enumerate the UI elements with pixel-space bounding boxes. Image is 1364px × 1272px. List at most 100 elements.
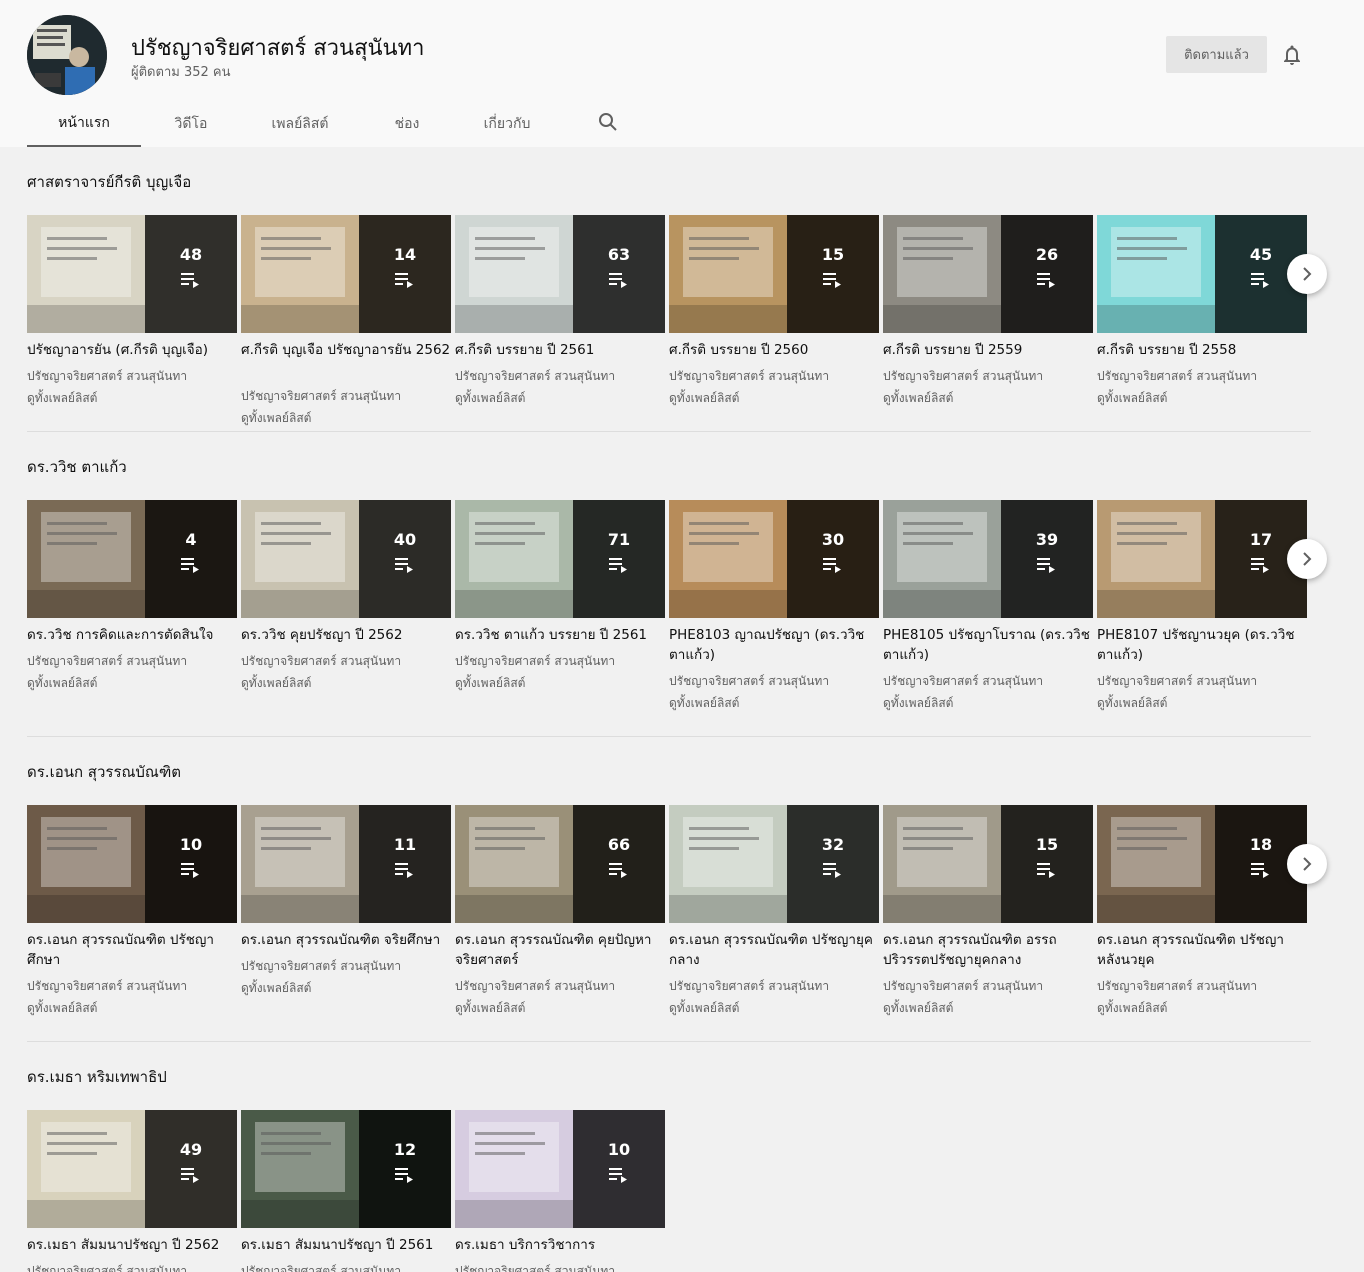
playlist-title[interactable]: ศ.กีรติ บรรยาย ปี 2561 bbox=[455, 340, 665, 360]
channel-name[interactable]: ปรัชญาจริยศาสตร์ สวนสุนันทา bbox=[883, 977, 1043, 995]
view-full-playlist-link[interactable]: ดูทั้งเพลย์ลิสต์ bbox=[1097, 694, 1167, 712]
view-full-playlist-link[interactable]: ดูทั้งเพลย์ลิสต์ bbox=[669, 389, 739, 407]
playlist-card[interactable]: 40 ดร.ววิช คุยปรัชญา ปี 2562 ปรัชญาจริยศาส… bbox=[241, 500, 451, 700]
playlist-card[interactable]: 12 ดร.เมธา สัมมนาปรัชญา ปี 2561 ปรัชญาจริย… bbox=[241, 1110, 451, 1272]
playlist-thumbnail[interactable]: 66 bbox=[455, 805, 665, 923]
notification-bell-icon[interactable] bbox=[1280, 43, 1304, 67]
playlist-thumbnail[interactable]: 30 bbox=[669, 500, 879, 618]
playlist-card[interactable]: 49 ดร.เมธา สัมมนาปรัชญา ปี 2562 ปรัชญาจริย… bbox=[27, 1110, 237, 1272]
playlist-title[interactable]: ดร.เอนก สุวรรณบัณฑิต อรรถปริวรรตปรัชญายุ… bbox=[883, 930, 1093, 970]
tab-channels[interactable]: ช่อง bbox=[359, 100, 455, 147]
channel-name[interactable]: ปรัชญาจริยศาสตร์ สวนสุนันทา bbox=[883, 367, 1043, 385]
shelf-title[interactable]: ดร.เอนก สุวรรณบัณฑิต bbox=[27, 760, 181, 784]
view-full-playlist-link[interactable]: ดูทั้งเพลย์ลิสต์ bbox=[455, 389, 525, 407]
playlist-title[interactable]: ดร.เมธา บริการวิชาการ bbox=[455, 1235, 665, 1255]
playlist-card[interactable]: 48 ปรัชญาอารยัน (ศ.กีรติ บุญเจือ) ปรัชญาจร… bbox=[27, 215, 237, 415]
search-icon[interactable] bbox=[596, 110, 620, 134]
view-full-playlist-link[interactable]: ดูทั้งเพลย์ลิสต์ bbox=[669, 999, 739, 1017]
playlist-card[interactable]: 32 ดร.เอนก สุวรรณบัณฑิต ปรัชญายุคกลางปรัช… bbox=[669, 805, 879, 1015]
view-full-playlist-link[interactable]: ดูทั้งเพลย์ลิสต์ bbox=[455, 674, 525, 692]
playlist-card[interactable]: 66 ดร.เอนก สุวรรณบัณฑิต คุยปัญหาจริยศาสตร… bbox=[455, 805, 665, 1015]
channel-name[interactable]: ปรัชญาจริยศาสตร์ สวนสุนันทา bbox=[1097, 977, 1257, 995]
playlist-card[interactable]: 10 ดร.เมธา บริการวิชาการปรัชญาจริยศาสตร์ … bbox=[455, 1110, 665, 1272]
playlist-card[interactable]: 11 ดร.เอนก สุวรรณบัณฑิต จริยศึกษา ปรัชญาจร… bbox=[241, 805, 451, 1005]
playlist-title[interactable]: PHE8107 ปรัชญานวยุค (ดร.ววิช ตาแก้ว) bbox=[1097, 625, 1307, 665]
view-full-playlist-link[interactable]: ดูทั้งเพลย์ลิสต์ bbox=[27, 999, 97, 1017]
channel-name[interactable]: ปรัชญาจริยศาสตร์ สวนสุนันทา bbox=[455, 977, 615, 995]
playlist-thumbnail[interactable]: 12 bbox=[241, 1110, 451, 1228]
view-full-playlist-link[interactable]: ดูทั้งเพลย์ลิสต์ bbox=[883, 389, 953, 407]
shelf-next-button[interactable] bbox=[1287, 539, 1327, 579]
playlist-title[interactable]: ศ.กีรติ บุญเจือ ปรัชญาอารยัน 2562 bbox=[241, 340, 451, 360]
subscribed-button[interactable]: ติดตามแล้ว bbox=[1166, 36, 1267, 73]
playlist-thumbnail[interactable]: 10 bbox=[455, 1110, 665, 1228]
playlist-thumbnail[interactable]: 49 bbox=[27, 1110, 237, 1228]
playlist-title[interactable]: ดร.เมธา สัมมนาปรัชญา ปี 2561 bbox=[241, 1235, 451, 1255]
view-full-playlist-link[interactable]: ดูทั้งเพลย์ลิสต์ bbox=[455, 999, 525, 1017]
channel-name[interactable]: ปรัชญาจริยศาสตร์ สวนสุนันทา bbox=[1097, 672, 1257, 690]
playlist-title[interactable]: ดร.เอนก สุวรรณบัณฑิต ปรัชญายุคกลาง bbox=[669, 930, 879, 970]
channel-name[interactable]: ปรัชญาจริยศาสตร์ สวนสุนันทา bbox=[455, 1262, 615, 1272]
playlist-thumbnail[interactable]: 32 bbox=[669, 805, 879, 923]
playlist-thumbnail[interactable]: 14 bbox=[241, 215, 451, 333]
channel-name[interactable]: ปรัชญาจริยศาสตร์ สวนสุนันทา bbox=[669, 977, 829, 995]
channel-name[interactable]: ปรัชญาจริยศาสตร์ สวนสุนันทา bbox=[455, 367, 615, 385]
playlist-thumbnail[interactable]: 26 bbox=[883, 215, 1093, 333]
playlist-title[interactable]: PHE8103 ญาณปรัชญา (ดร.ววิช ตาแก้ว) bbox=[669, 625, 879, 665]
channel-name[interactable]: ปรัชญาจริยศาสตร์ สวนสุนันทา bbox=[1097, 367, 1257, 385]
channel-name[interactable]: ปรัชญาจริยศาสตร์ สวนสุนันทา bbox=[27, 1262, 187, 1272]
playlist-thumbnail[interactable]: 39 bbox=[883, 500, 1093, 618]
shelf-title[interactable]: ศาสตราจารย์กีรติ บุญเจือ bbox=[27, 170, 191, 194]
playlist-thumbnail[interactable]: 40 bbox=[241, 500, 451, 618]
playlist-title[interactable]: PHE8105 ปรัชญาโบราณ (ดร.ววิช ตาแก้ว) bbox=[883, 625, 1093, 665]
channel-name[interactable]: ปรัชญาจริยศาสตร์ สวนสุนันทา bbox=[241, 957, 401, 975]
playlist-thumbnail[interactable]: 45 bbox=[1097, 215, 1307, 333]
playlist-thumbnail[interactable]: 10 bbox=[27, 805, 237, 923]
tab-home[interactable]: หน้าแรก bbox=[27, 100, 141, 147]
playlist-thumbnail[interactable]: 15 bbox=[883, 805, 1093, 923]
playlist-title[interactable]: ดร.ววิช คุยปรัชญา ปี 2562 bbox=[241, 625, 451, 645]
playlist-title[interactable]: ดร.เมธา สัมมนาปรัชญา ปี 2562 bbox=[27, 1235, 237, 1255]
channel-name[interactable]: ปรัชญาจริยศาสตร์ สวนสุนันทา bbox=[883, 672, 1043, 690]
view-full-playlist-link[interactable]: ดูทั้งเพลย์ลิสต์ bbox=[241, 979, 311, 997]
view-full-playlist-link[interactable]: ดูทั้งเพลย์ลิสต์ bbox=[883, 694, 953, 712]
channel-name[interactable]: ปรัชญาจริยศาสตร์ สวนสุนันทา bbox=[27, 977, 187, 995]
playlist-title[interactable]: ดร.เอนก สุวรรณบัณฑิต คุยปัญหาจริยศาสตร์ bbox=[455, 930, 665, 970]
playlist-title[interactable]: ดร.เอนก สุวรรณบัณฑิต ปรัชญาศึกษา bbox=[27, 930, 237, 970]
channel-name[interactable]: ปรัชญาจริยศาสตร์ สวนสุนันทา bbox=[241, 1262, 401, 1272]
playlist-title[interactable]: ดร.เอนก สุวรรณบัณฑิต ปรัชญาหลังนวยุค bbox=[1097, 930, 1307, 970]
view-full-playlist-link[interactable]: ดูทั้งเพลย์ลิสต์ bbox=[241, 409, 311, 427]
playlist-card[interactable]: 17 PHE8107 ปรัชญานวยุค (ดร.ววิช ตาแก้ว) ปร… bbox=[1097, 500, 1307, 710]
playlist-thumbnail[interactable]: 71 bbox=[455, 500, 665, 618]
playlist-thumbnail[interactable]: 11 bbox=[241, 805, 451, 923]
playlist-card[interactable]: 18 ดร.เอนก สุวรรณบัณฑิต ปรัชญาหลังนวยุค ปร… bbox=[1097, 805, 1307, 1015]
shelf-title[interactable]: ดร.ววิช ตาแก้ว bbox=[27, 455, 127, 479]
playlist-card[interactable]: 15 ดร.เอนก สุวรรณบัณฑิต อรรถปริวรรตปรัชญา… bbox=[883, 805, 1093, 1015]
shelf-title[interactable]: ดร.เมธา หริมเทพาธิป bbox=[27, 1065, 167, 1089]
channel-name[interactable]: ปรัชญาจริยศาสตร์ สวนสุนันทา bbox=[241, 652, 401, 670]
view-full-playlist-link[interactable]: ดูทั้งเพลย์ลิสต์ bbox=[1097, 999, 1167, 1017]
playlist-card[interactable]: 71 ดร.ววิช ตาแก้ว บรรยาย ปี 2561 ปรัชญาจริ… bbox=[455, 500, 665, 700]
view-full-playlist-link[interactable]: ดูทั้งเพลย์ลิสต์ bbox=[883, 999, 953, 1017]
playlist-thumbnail[interactable]: 17 bbox=[1097, 500, 1307, 618]
playlist-title[interactable]: ปรัชญาอารยัน (ศ.กีรติ บุญเจือ) bbox=[27, 340, 237, 360]
view-full-playlist-link[interactable]: ดูทั้งเพลย์ลิสต์ bbox=[27, 389, 97, 407]
shelf-next-button[interactable] bbox=[1287, 254, 1327, 294]
tab-about[interactable]: เกี่ยวกับ bbox=[455, 100, 559, 147]
channel-name[interactable]: ปรัชญาจริยศาสตร์ สวนสุนันทา bbox=[241, 387, 401, 405]
playlist-card[interactable]: 4 ดร.ววิช การคิดและการตัดสินใจ ปรัชญาจริยศ… bbox=[27, 500, 237, 700]
playlist-title[interactable]: ศ.กีรติ บรรยาย ปี 2559 bbox=[883, 340, 1093, 360]
playlist-card[interactable]: 39 PHE8105 ปรัชญาโบราณ (ดร.ววิช ตาแก้ว) ปร… bbox=[883, 500, 1093, 710]
channel-name[interactable]: ปรัชญาจริยศาสตร์ สวนสุนันทา bbox=[455, 652, 615, 670]
channel-name[interactable]: ปรัชญาจริยศาสตร์ สวนสุนันทา bbox=[669, 367, 829, 385]
channel-name[interactable]: ปรัชญาจริยศาสตร์ สวนสุนันทา bbox=[27, 367, 187, 385]
playlist-thumbnail[interactable]: 48 bbox=[27, 215, 237, 333]
playlist-title[interactable]: ศ.กีรติ บรรยาย ปี 2558 bbox=[1097, 340, 1307, 360]
tab-videos[interactable]: วิดีโอ bbox=[141, 100, 241, 147]
playlist-thumbnail[interactable]: 15 bbox=[669, 215, 879, 333]
playlist-card[interactable]: 14 ศ.กีรติ บุญเจือ ปรัชญาอารยัน 2562 ปรัชญ… bbox=[241, 215, 451, 425]
playlist-thumbnail[interactable]: 63 bbox=[455, 215, 665, 333]
shelf-next-button[interactable] bbox=[1287, 844, 1327, 884]
channel-name[interactable]: ปรัชญาจริยศาสตร์ สวนสุนันทา bbox=[27, 652, 187, 670]
view-full-playlist-link[interactable]: ดูทั้งเพลย์ลิสต์ bbox=[1097, 389, 1167, 407]
